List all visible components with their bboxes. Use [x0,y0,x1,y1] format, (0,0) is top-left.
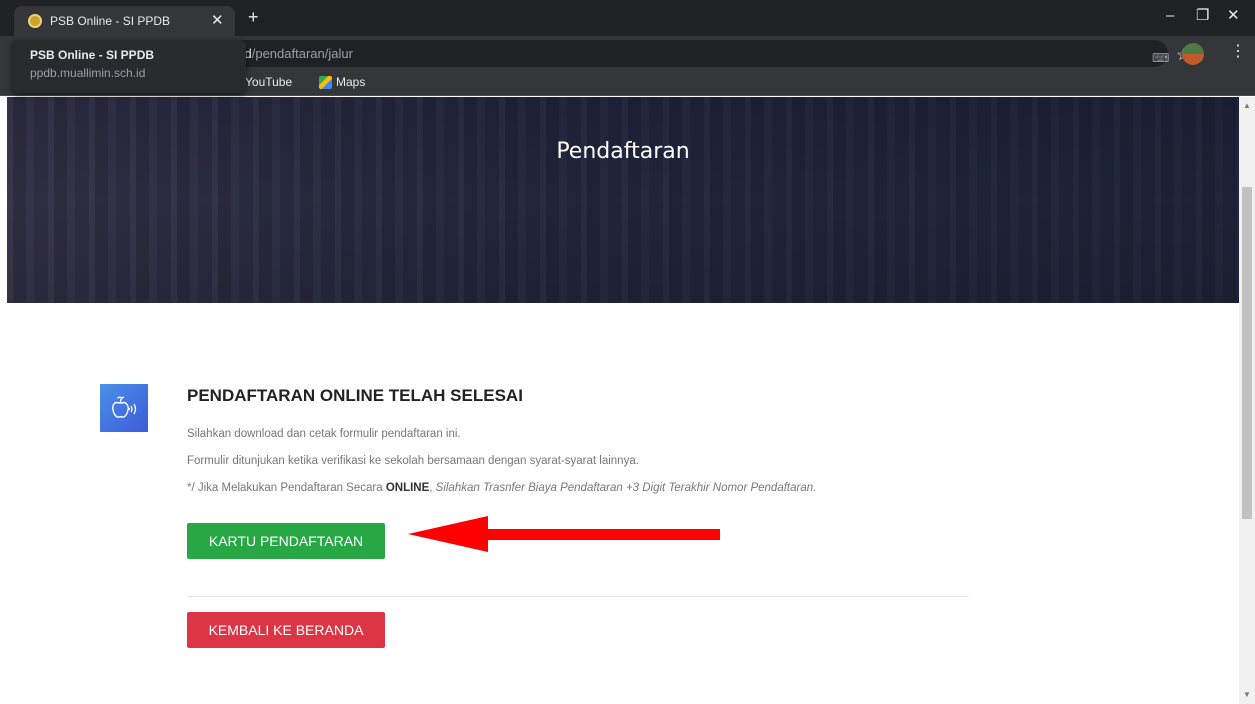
bookmark-maps[interactable]: Maps [336,75,365,89]
annotation-arrow-shaft [484,529,720,540]
tab-hover-card: PSB Online - SI PPDB ppdb.muallimin.sch.… [12,40,246,93]
apple-wifi-icon-graphic [112,396,137,418]
hero-banner: Pendaftaran [7,97,1239,303]
close-window-button[interactable]: ✕ [1227,8,1240,23]
completion-heading: PENDAFTARAN ONLINE TELAH SELESAI [187,386,523,405]
instruction-line-1: Silahkan download dan cetak formulir pen… [187,428,461,440]
url-path: /pendaftaran/jalur [251,46,353,61]
scrollbar-thumb[interactable] [1242,187,1252,519]
page-scrollbar[interactable]: ▲ ▼ [1239,97,1255,704]
scroll-down-icon[interactable]: ▼ [1243,690,1251,699]
annotation-arrow [408,516,720,552]
bookmark-youtube[interactable]: YouTube [245,75,292,89]
tab-close-icon[interactable]: ✕ [211,11,224,29]
apple-wifi-icon [100,384,148,432]
instruction-line-3: */ Jika Melakukan Pendaftaran Secara ONL… [187,482,816,494]
note-prefix: */ Jika Melakukan Pendaftaran Secara [187,482,386,494]
section-divider [187,596,969,597]
maps-icon [319,76,332,89]
translate-icon[interactable]: ⌨ [1152,51,1169,65]
instruction-line-2: Formulir ditunjukan ketika verifikasi ke… [187,455,639,467]
note-online: ONLINE [385,482,430,494]
kartu-pendaftaran-button[interactable]: KARTU PENDAFTARAN [187,523,385,559]
url-text: .id/pendaftaran/jalur [238,46,353,61]
hover-card-title: PSB Online - SI PPDB [30,48,155,62]
note-transfer: Silahkan Trasnfer Biaya Pendaftaran +3 D… [435,482,817,494]
minimize-window-button[interactable]: – [1166,8,1174,23]
page-title: Pendaftaran [556,139,690,164]
new-tab-button[interactable]: + [248,8,259,26]
kembali-ke-beranda-button[interactable]: KEMBALI KE BERANDA [187,612,385,648]
menu-icon[interactable]: ⋮ [1230,44,1246,60]
hero-background-image [7,97,1239,303]
annotation-arrow-head [408,516,488,552]
tab-title: PSB Online - SI PPDB [50,14,171,28]
scroll-up-icon[interactable]: ▲ [1243,101,1251,110]
profile-avatar[interactable] [1182,43,1204,65]
restore-window-button[interactable]: ❐ [1196,8,1209,23]
site-favicon-icon [28,14,42,28]
hover-card-url: ppdb.muallimin.sch.id [30,66,146,80]
browser-tab[interactable]: PSB Online - SI PPDB ✕ [14,6,235,36]
browser-tab-strip: PSB Online - SI PPDB ✕ + – ❐ ✕ [0,0,1255,36]
